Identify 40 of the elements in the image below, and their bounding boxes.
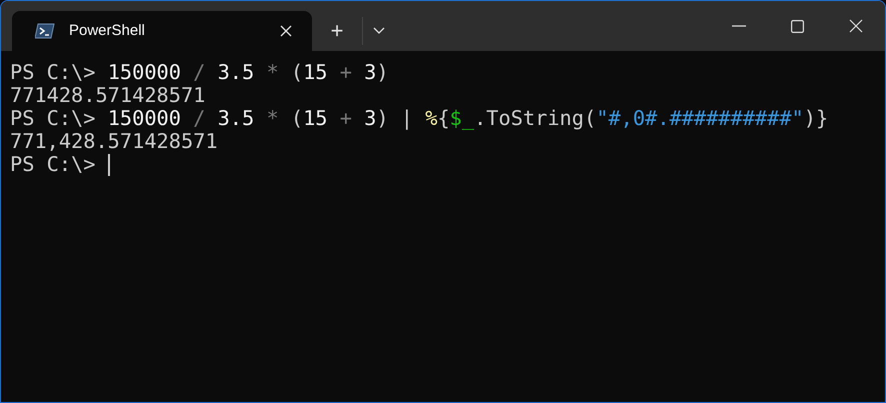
- alias-token: %: [425, 107, 438, 130]
- terminal-tab[interactable]: PowerShell: [12, 11, 312, 51]
- tab-title: PowerShell: [69, 20, 145, 41]
- number-token: 3: [364, 61, 376, 84]
- code-text: |: [400, 107, 414, 130]
- output-text: 771428.571428571: [10, 84, 206, 107]
- close-icon[interactable]: [280, 25, 292, 37]
- number-token: 3.5: [218, 61, 254, 84]
- prompt-text: PS C:\>: [10, 61, 96, 84]
- operator-token: *: [265, 61, 280, 84]
- number-token: 15: [303, 107, 328, 130]
- terminal-icon: [35, 23, 55, 39]
- code-text: ): [376, 107, 390, 130]
- code-text: (: [290, 107, 304, 130]
- code-text: )}: [804, 107, 828, 130]
- maximize-icon[interactable]: [791, 20, 804, 32]
- code-text: (: [290, 61, 304, 84]
- number-token: 150000: [108, 107, 181, 130]
- code-text: {: [437, 107, 450, 130]
- operator-token: +: [338, 61, 353, 84]
- prompt-text: PS C:\>: [10, 153, 96, 176]
- output-text: 771,428.571428571: [10, 130, 218, 153]
- operator-token: *: [265, 107, 280, 130]
- number-token: 3.5: [218, 107, 254, 130]
- operator-token: +: [338, 107, 353, 130]
- variable-token: $_: [450, 107, 474, 130]
- minimize-icon[interactable]: [732, 25, 746, 27]
- text-cursor: [108, 154, 110, 176]
- code-text: .ToString(: [474, 107, 596, 130]
- number-token: 150000: [108, 61, 181, 84]
- close-icon[interactable]: [849, 19, 863, 33]
- operator-token: /: [192, 61, 206, 84]
- operator-token: /: [192, 107, 206, 130]
- string-token: "#,0#.##########": [596, 107, 804, 130]
- new-tab-button[interactable]: +: [312, 20, 362, 42]
- number-token: 3: [364, 107, 376, 130]
- number-token: 15: [303, 61, 328, 84]
- dropdown-icon[interactable]: [373, 27, 385, 35]
- code-text: ): [376, 61, 389, 84]
- prompt-text: PS C:\>: [10, 107, 96, 130]
